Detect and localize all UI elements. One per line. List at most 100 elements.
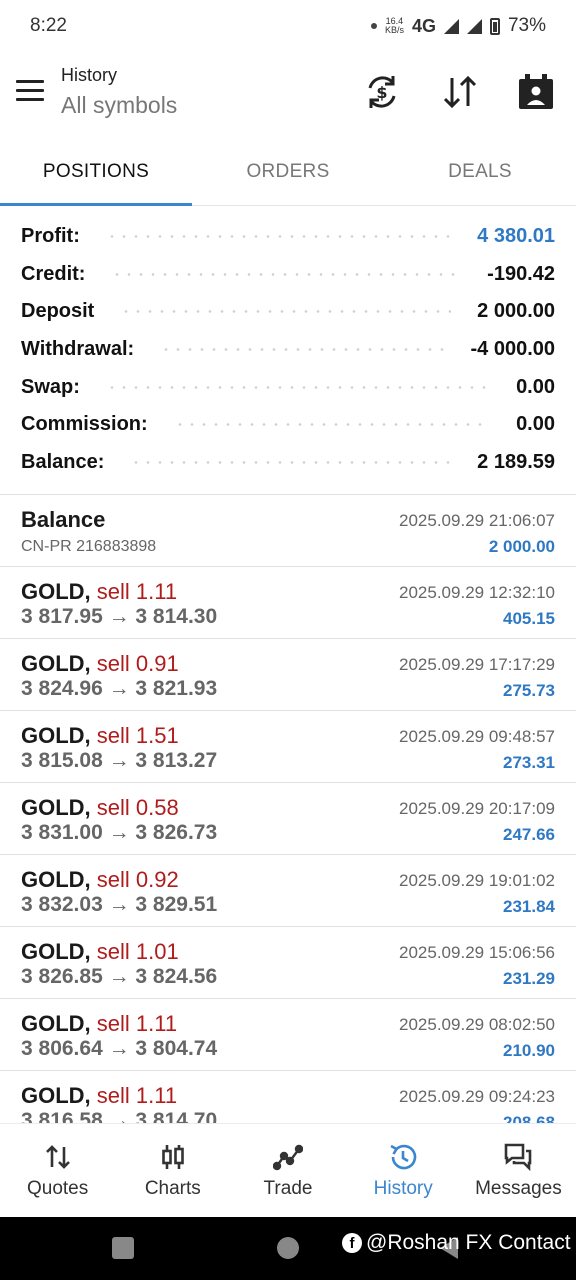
deal-time: 2025.09.29 08:02:50 xyxy=(399,1015,555,1034)
deal-symbol: GOLD, xyxy=(21,1011,91,1036)
deal-symbol: GOLD, xyxy=(21,579,91,604)
signal-icon xyxy=(443,18,459,34)
deal-side: sell 1.11 xyxy=(96,579,178,604)
messages-icon xyxy=(505,1143,532,1171)
tab-deals[interactable]: DEALS xyxy=(384,138,576,205)
deal-symbol: GOLD, xyxy=(21,723,91,748)
battery-icon xyxy=(489,17,500,35)
battery-level: 73% xyxy=(507,15,546,36)
currency-exchange-icon[interactable]: $ xyxy=(362,72,402,112)
deal-title: GOLD, sell 0.91 xyxy=(21,651,179,677)
deal-time: 2025.09.29 09:24:23 xyxy=(399,1087,555,1106)
trade-icon xyxy=(273,1144,303,1170)
summary-label: Swap: xyxy=(21,375,80,398)
deal-row[interactable]: GOLD, sell 1.11 3 816.58 → 3 814.70 2025… xyxy=(0,1071,576,1123)
facebook-icon: f xyxy=(342,1233,362,1253)
summary-label: Balance: xyxy=(21,450,105,473)
deal-profit: 247.66 xyxy=(503,825,555,844)
deal-row[interactable]: GOLD, sell 1.51 3 815.08 → 3 813.27 2025… xyxy=(0,711,576,783)
summary-value-credit: -190.42 xyxy=(487,262,555,285)
deal-prices: 3 815.08 → 3 813.27 xyxy=(21,749,218,772)
deal-side: sell 0.92 xyxy=(96,867,179,892)
deal-side: sell 1.11 xyxy=(96,1083,178,1108)
deal-prices: 3 831.00 → 3 826.73 xyxy=(21,821,218,844)
calendar-icon[interactable] xyxy=(516,72,556,112)
deal-row[interactable]: GOLD, sell 0.92 3 832.03 → 3 829.51 2025… xyxy=(0,855,576,927)
account-summary: Profit: 4 380.01 Credit: -190.42 Deposit… xyxy=(0,218,576,481)
history-list[interactable]: Balance CN-PR 216883898 2025.09.29 21:06… xyxy=(0,495,576,1123)
dotted-leader xyxy=(111,272,462,276)
deal-profit: 208.68 xyxy=(503,1113,555,1123)
deal-symbol: GOLD, xyxy=(21,939,91,964)
summary-label: Deposit xyxy=(21,300,95,323)
deal-title: GOLD, sell 1.11 xyxy=(21,1083,177,1109)
deal-row[interactable]: GOLD, sell 1.01 3 826.85 → 3 824.56 2025… xyxy=(0,927,576,999)
deal-prices: 3 824.96 → 3 821.93 xyxy=(21,677,218,700)
deal-profit: 273.31 xyxy=(503,753,555,772)
deal-row[interactable]: GOLD, sell 0.58 3 831.00 → 3 826.73 2025… xyxy=(0,783,576,855)
summary-row-profit: Profit: 4 380.01 xyxy=(0,218,576,256)
tab-orders[interactable]: ORDERS xyxy=(192,138,384,205)
dotted-leader xyxy=(160,348,445,352)
nav-label: Messages xyxy=(475,1177,562,1199)
deal-symbol: GOLD, xyxy=(21,867,91,892)
deal-title: GOLD, sell 1.11 xyxy=(21,579,177,605)
balance-entry[interactable]: Balance CN-PR 216883898 2025.09.29 21:06… xyxy=(0,495,576,567)
deal-prices: 3 806.64 → 3 804.74 xyxy=(21,1037,218,1060)
nav-charts[interactable]: Charts xyxy=(115,1124,230,1217)
summary-row-commission: Commission: 0.00 xyxy=(0,406,576,444)
dotted-leader xyxy=(105,235,452,239)
deal-row[interactable]: GOLD, sell 1.11 3 806.64 → 3 804.74 2025… xyxy=(0,999,576,1071)
signal-icon-2 xyxy=(466,18,482,34)
symbol-filter[interactable]: All symbols xyxy=(61,92,177,119)
sort-icon[interactable] xyxy=(440,72,480,112)
network-speed: 16.4 KB/s xyxy=(385,17,404,35)
balance-entry-title: Balance xyxy=(21,507,106,532)
deal-title: GOLD, sell 1.51 xyxy=(21,723,179,749)
deal-time: 2025.09.29 15:06:56 xyxy=(399,943,555,962)
deal-title: GOLD, sell 0.58 xyxy=(21,795,179,821)
balance-entry-amount: 2 000.00 xyxy=(488,537,555,556)
app-bar: History All symbols $ xyxy=(0,52,576,138)
nav-history[interactable]: History xyxy=(346,1124,461,1217)
home-icon[interactable] xyxy=(277,1237,299,1259)
deal-title: GOLD, sell 1.01 xyxy=(21,939,179,965)
summary-value-swap: 0.00 xyxy=(516,375,555,398)
balance-entry-comment: CN-PR 216883898 xyxy=(21,538,157,555)
summary-value-deposit: 2 000.00 xyxy=(477,300,555,323)
deal-profit: 231.84 xyxy=(503,897,555,916)
system-nav-bar: f @Roshan FX Contact xyxy=(0,1217,576,1280)
network-type: 4G xyxy=(411,15,436,36)
recents-icon[interactable] xyxy=(112,1237,134,1259)
deal-prices: 3 832.03 → 3 829.51 xyxy=(21,893,218,916)
summary-row-withdrawal: Withdrawal: -4 000.00 xyxy=(0,331,576,369)
menu-icon[interactable] xyxy=(16,80,44,102)
status-time: 8:22 xyxy=(30,15,67,36)
dotted-leader xyxy=(120,310,452,314)
history-icon xyxy=(390,1144,417,1169)
deal-time: 2025.09.29 17:17:29 xyxy=(399,655,555,674)
nav-quotes[interactable]: Quotes xyxy=(0,1124,115,1217)
deal-title: GOLD, sell 1.11 xyxy=(21,1011,177,1037)
notification-dot-icon xyxy=(370,23,377,29)
summary-value-balance: 2 189.59 xyxy=(477,450,555,473)
charts-icon xyxy=(161,1144,184,1169)
deal-profit: 275.73 xyxy=(503,681,555,700)
svg-text:$: $ xyxy=(376,83,387,102)
nav-messages[interactable]: Messages xyxy=(461,1124,576,1217)
deal-symbol: GOLD, xyxy=(21,1083,91,1108)
deal-row[interactable]: GOLD, sell 0.91 3 824.96 → 3 821.93 2025… xyxy=(0,639,576,711)
nav-trade[interactable]: Trade xyxy=(230,1124,345,1217)
summary-label: Profit: xyxy=(21,225,80,248)
deal-time: 2025.09.29 09:48:57 xyxy=(399,727,555,746)
summary-row-credit: Credit: -190.42 xyxy=(0,256,576,294)
deal-symbol: GOLD, xyxy=(21,795,91,820)
tab-positions[interactable]: POSITIONS xyxy=(0,138,192,206)
deal-prices: 3 817.95 → 3 814.30 xyxy=(21,605,218,628)
deal-row[interactable]: GOLD, sell 1.11 3 817.95 → 3 814.30 2025… xyxy=(0,567,576,639)
summary-value-commission: 0.00 xyxy=(516,413,555,436)
balance-entry-time: 2025.09.29 21:06:07 xyxy=(399,511,555,530)
dotted-leader xyxy=(105,385,491,389)
nav-label: History xyxy=(373,1177,433,1199)
deal-symbol: GOLD, xyxy=(21,651,91,676)
